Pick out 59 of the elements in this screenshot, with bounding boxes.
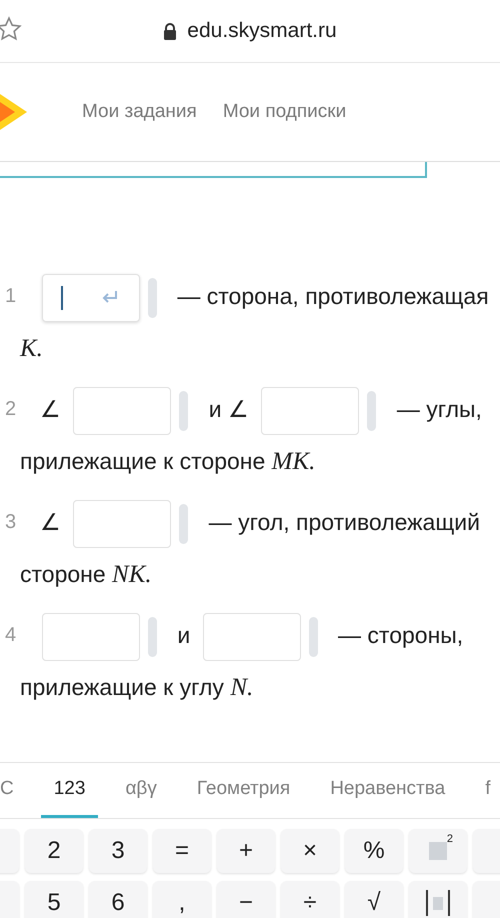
nav-link[interactable]: Мои задания	[82, 101, 197, 123]
keyboard-key[interactable]: 2	[25, 829, 83, 873]
math-label: NK.	[112, 561, 152, 588]
task-number: 1	[5, 284, 16, 309]
lock-icon	[163, 22, 178, 40]
abs-icon	[423, 888, 453, 918]
task-text: и	[177, 622, 190, 648]
math-label: MK.	[272, 448, 316, 475]
keyboard-tab[interactable]: f	[472, 763, 500, 818]
keyboard-key[interactable]: ÷	[281, 881, 339, 918]
field-handle	[179, 504, 188, 544]
task-text: прилежащие к стороне	[20, 448, 266, 474]
keyboard-key[interactable]: =	[153, 829, 211, 873]
power-key[interactable]: 2	[409, 829, 467, 873]
answer-field[interactable]	[261, 386, 360, 435]
field-handle	[367, 390, 376, 431]
answer-field[interactable]	[42, 274, 140, 322]
task-text: ∠	[40, 396, 61, 422]
task-number: 2	[5, 397, 16, 422]
task-text: ∠	[40, 509, 61, 535]
task-number: 3	[5, 510, 16, 535]
task-text: — угол, противолежащий	[208, 509, 480, 535]
keyboard-tab[interactable]: 123	[40, 763, 98, 818]
url-text[interactable]: edu.skysmart.ru	[187, 19, 337, 43]
keyboard-key[interactable]: √	[345, 881, 403, 918]
task-text: — углы,	[396, 396, 482, 422]
task-text: стороне	[20, 561, 106, 587]
task-text: — стороны,	[338, 622, 464, 648]
keyboard-key[interactable]: 3	[89, 829, 147, 873]
keyboard-tab[interactable]: αβγ	[112, 763, 170, 818]
keyboard-key[interactable]: %	[345, 829, 403, 873]
answer-field[interactable]	[42, 612, 140, 661]
abs-key[interactable]	[409, 881, 467, 918]
field-handle	[148, 616, 157, 657]
task-number: 4	[5, 623, 16, 648]
star-icon[interactable]	[0, 16, 22, 42]
nav-link[interactable]: Мои подписки	[222, 101, 346, 123]
field-handle	[148, 278, 157, 318]
keyboard-key[interactable]: +	[217, 829, 275, 873]
keyboard-tab[interactable]: Геометрия	[184, 763, 304, 818]
keyboard-key[interactable]: −	[217, 881, 275, 918]
keyboard-key[interactable]: ,	[153, 881, 211, 918]
field-handle	[308, 616, 318, 657]
task-text: и ∠	[208, 396, 250, 422]
keyboard-tab[interactable]: C	[0, 763, 27, 818]
math-label: N.	[230, 674, 254, 701]
logo-icon[interactable]	[0, 92, 28, 132]
keyboard-key[interactable]: 5	[25, 881, 83, 918]
answer-field[interactable]	[73, 500, 172, 548]
text-cursor	[61, 286, 63, 310]
task-text: — сторона, противолежащая	[177, 283, 489, 309]
field-handle	[179, 390, 188, 431]
keyboard-key[interactable]: 6	[89, 881, 147, 918]
math-label: K.	[20, 335, 43, 362]
answer-field[interactable]	[202, 612, 301, 661]
keyboard-tab[interactable]: Неравенства	[317, 763, 458, 818]
task-text: прилежащие к углу	[20, 674, 224, 700]
keyboard-key[interactable]: ×	[281, 829, 339, 873]
answer-field[interactable]	[73, 386, 172, 435]
